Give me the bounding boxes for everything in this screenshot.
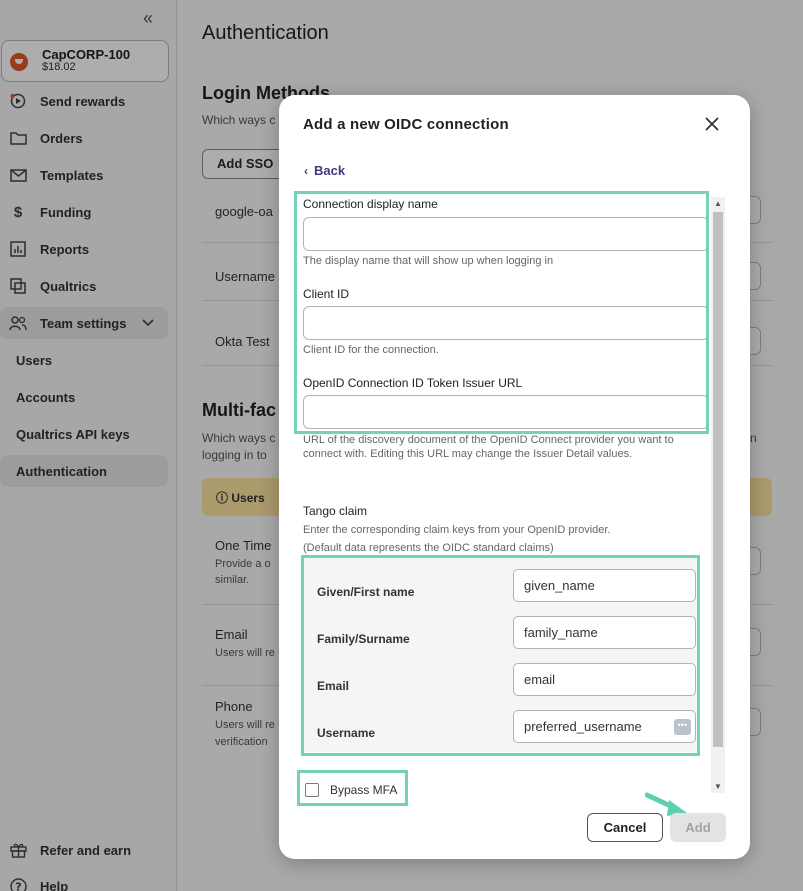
tango-claim-heading: Tango claim — [303, 504, 368, 518]
tango-claim-desc: Enter the corresponding claim keys from … — [303, 524, 611, 536]
bypass-mfa-checkbox[interactable] — [305, 783, 319, 797]
issuer-url-help: URL of the discovery document of the Ope… — [303, 434, 674, 460]
cancel-button[interactable]: Cancel — [587, 813, 663, 842]
bypass-mfa-label[interactable]: Bypass MFA — [330, 783, 397, 797]
back-link[interactable]: ‹ Back — [304, 163, 345, 178]
scroll-down-icon[interactable]: ▼ — [714, 782, 722, 791]
close-icon[interactable] — [701, 113, 723, 135]
tango-claim-desc: (Default data represents the OIDC standa… — [303, 542, 554, 554]
modal-title: Add a new OIDC connection — [303, 116, 509, 133]
add-button[interactable]: Add — [670, 813, 726, 842]
highlight-box — [301, 555, 700, 756]
chevron-left-icon: ‹ — [304, 164, 308, 178]
oidc-modal: Add a new OIDC connection ‹ Back Connecti… — [279, 95, 750, 859]
modal-scrollbar[interactable]: ▲ ▼ — [711, 197, 725, 793]
highlight-box — [294, 191, 709, 434]
scroll-thumb[interactable] — [713, 212, 723, 747]
back-label: Back — [314, 163, 346, 178]
scroll-up-icon[interactable]: ▲ — [714, 199, 722, 208]
